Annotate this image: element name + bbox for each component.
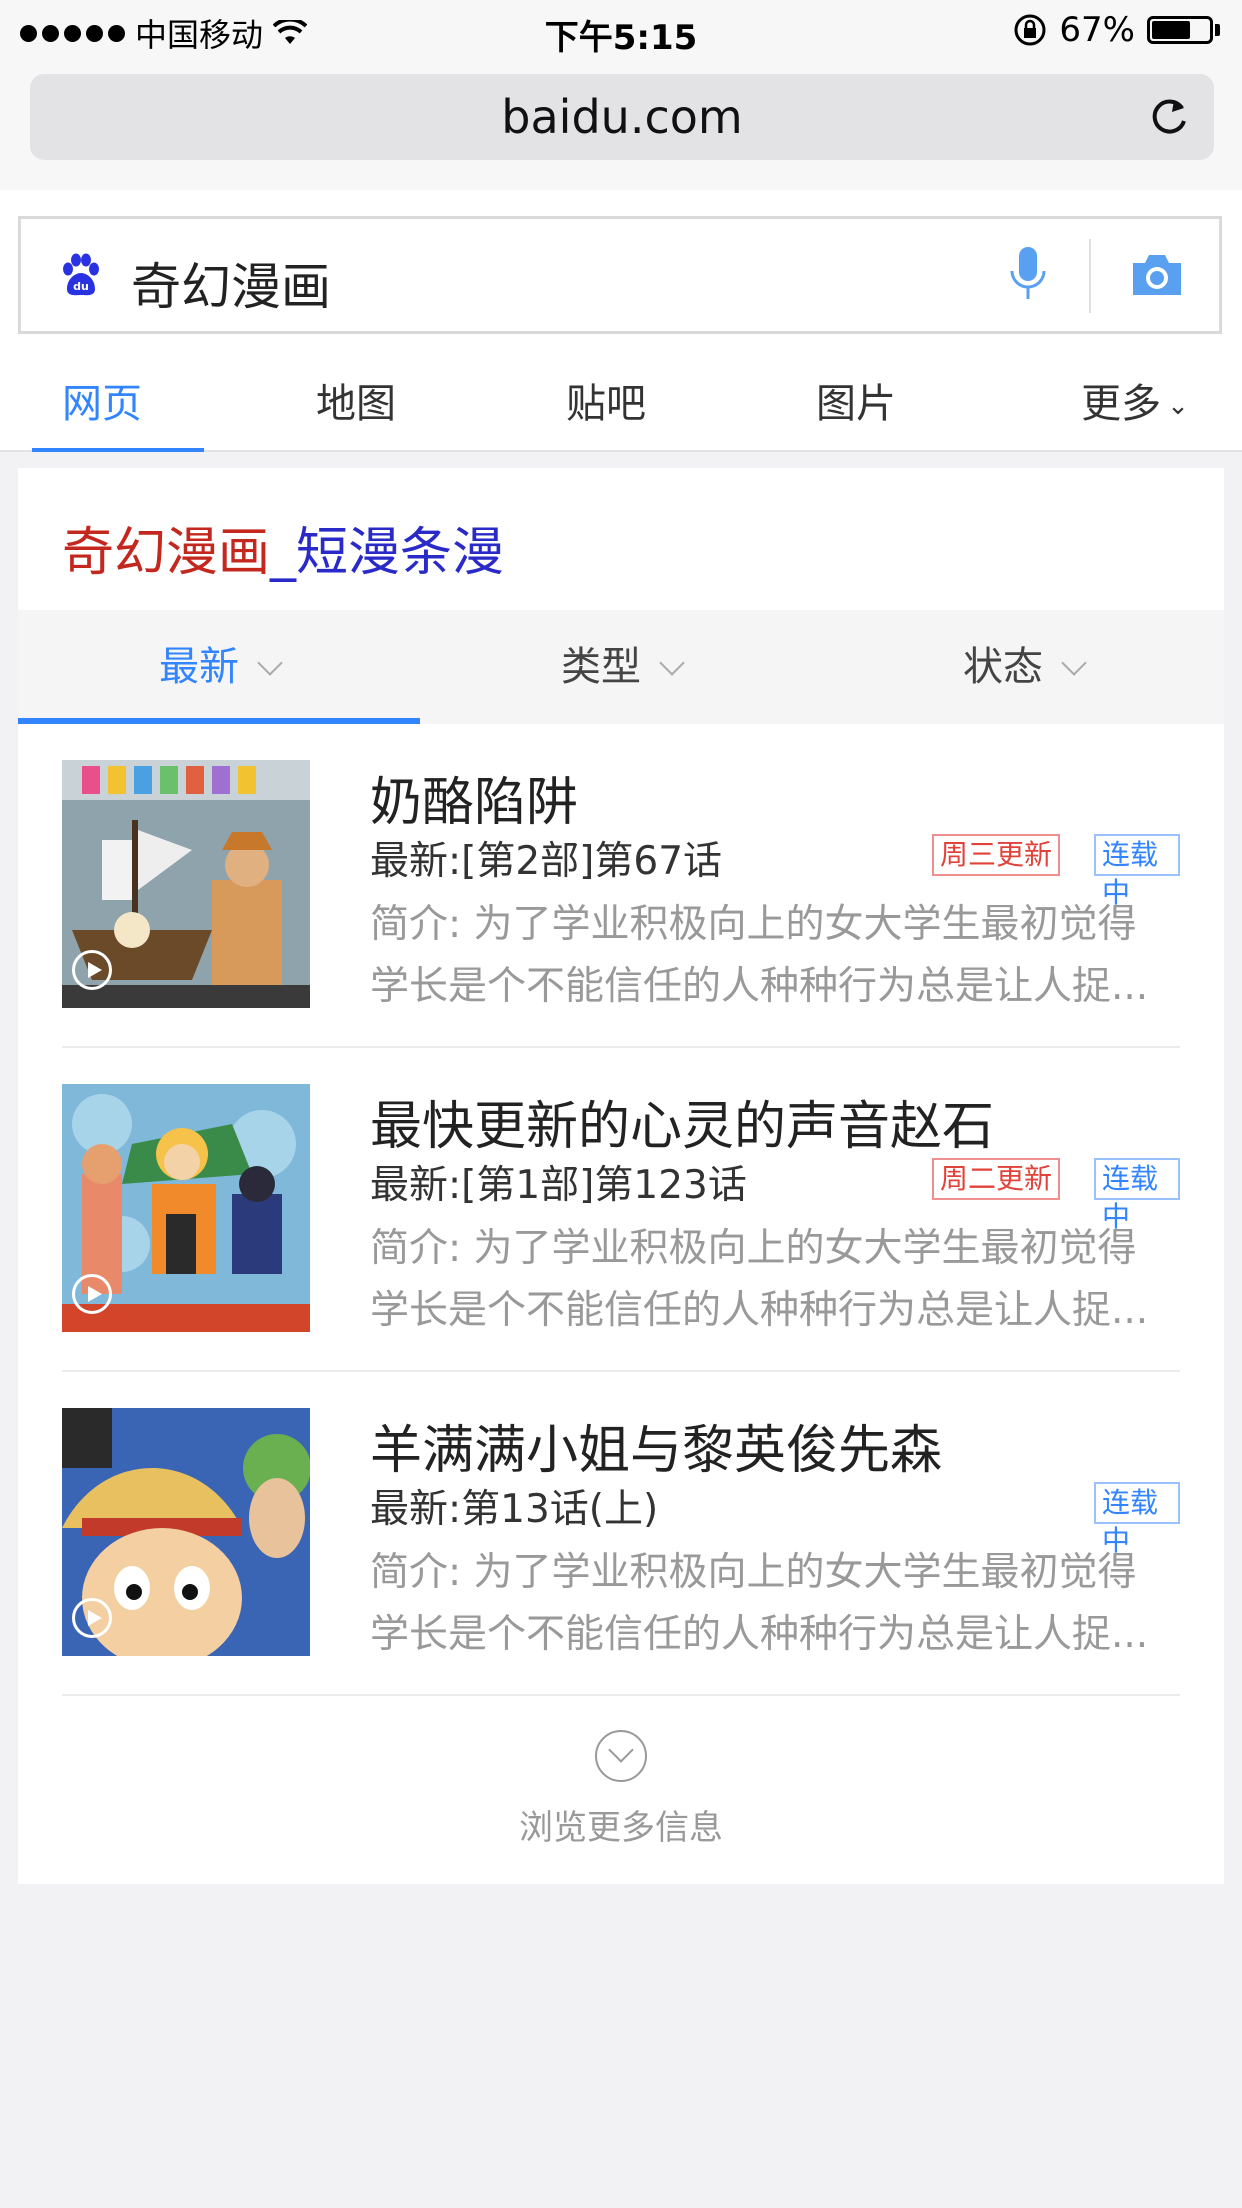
item-description-line: 学长是个不能信任的人种种行为总是让人捉... xyxy=(370,964,1149,1009)
chevron-down-icon xyxy=(1061,650,1087,676)
tab-more[interactable]: 更多 ⌄ xyxy=(1040,350,1230,450)
search-area: du 奇幻漫画 网页 地图 贴吧 图片 更多 ⌄ xyxy=(0,190,1242,452)
tab-label: 更多 xyxy=(1081,381,1162,427)
result-card: 奇幻漫画_短漫条漫 最新 类型 状态 奶酪陷阱 最新:[第2部]第67话 周三更… xyxy=(18,468,1224,1884)
status-badge: 连载中 xyxy=(1094,834,1180,909)
browse-more-button[interactable]: 浏览更多信息 xyxy=(18,1730,1224,1849)
tab-label: 地图 xyxy=(316,381,396,427)
search-tabs: 网页 地图 贴吧 图片 更多 ⌄ xyxy=(0,350,1242,452)
chevron-down-icon: ⌄ xyxy=(1167,391,1189,421)
status-bar: 中国移动 下午5:15 67% xyxy=(0,0,1242,62)
update-day-badge: 周三更新 xyxy=(932,834,1061,876)
status-badge: 连载中 xyxy=(1094,1482,1180,1557)
item-description-line: 学长是个不能信任的人种种行为总是让人捉... xyxy=(370,1612,1149,1657)
item-title[interactable]: 最快更新的心灵的声音赵石 xyxy=(370,1084,994,1159)
tab-map[interactable]: 地图 xyxy=(270,350,442,450)
filter-label: 最新 xyxy=(159,644,239,690)
filter-label: 类型 xyxy=(561,644,641,690)
svg-text:du: du xyxy=(73,280,89,293)
item-description-line: 简介: 为了学业积极向上的女大学生最初觉得 xyxy=(370,902,1137,947)
item-description-line: 简介: 为了学业积极向上的女大学生最初觉得 xyxy=(370,1226,1137,1271)
battery-percent: 67% xyxy=(1059,10,1135,50)
card-title[interactable]: 奇幻漫画_短漫条漫 xyxy=(62,510,504,585)
browse-more-label: 浏览更多信息 xyxy=(519,1808,723,1848)
status-badge: 连载中 xyxy=(1094,1158,1180,1233)
chevron-down-icon xyxy=(257,650,283,676)
item-description-line: 简介: 为了学业积极向上的女大学生最初觉得 xyxy=(370,1550,1137,1595)
tab-images[interactable]: 图片 xyxy=(770,350,942,450)
search-divider xyxy=(1089,239,1091,313)
tab-web[interactable]: 网页 xyxy=(16,350,204,452)
item-latest-chapter: 最新:[第2部]第67话 xyxy=(370,839,723,884)
search-input[interactable]: 奇幻漫画 xyxy=(131,247,331,319)
item-title[interactable]: 奶酪陷阱 xyxy=(370,760,578,835)
filter-label: 状态 xyxy=(963,644,1043,690)
play-icon xyxy=(72,950,112,990)
item-divider xyxy=(62,1694,1180,1696)
chevron-down-circle-icon xyxy=(595,1730,647,1782)
update-day-badge: 周二更新 xyxy=(932,1158,1061,1200)
list-item[interactable]: 奶酪陷阱 最新:[第2部]第67话 周三更新 连载中 简介: 为了学业积极向上的… xyxy=(62,724,1180,1048)
battery-level xyxy=(1152,21,1190,39)
tab-label: 贴吧 xyxy=(566,381,646,427)
tab-label: 图片 xyxy=(816,381,896,427)
play-icon xyxy=(72,1274,112,1314)
tab-label: 网页 xyxy=(62,381,142,427)
card-title-keyword: 奇幻漫画 xyxy=(62,523,271,583)
chevron-down-icon xyxy=(659,650,685,676)
item-description-line: 学长是个不能信任的人种种行为总是让人捉... xyxy=(370,1288,1149,1333)
item-latest-chapter: 最新:[第1部]第123话 xyxy=(370,1163,747,1208)
browser-address-area: baidu.com xyxy=(0,62,1242,190)
item-title[interactable]: 羊满满小姐与黎英俊先森 xyxy=(370,1408,942,1483)
item-latest-chapter: 最新:第13话(上) xyxy=(370,1487,659,1532)
microphone-icon[interactable] xyxy=(1005,243,1051,307)
battery-tip xyxy=(1215,24,1220,36)
filter-type[interactable]: 类型 xyxy=(420,610,822,724)
active-tab-underline xyxy=(32,448,204,452)
tab-tieba[interactable]: 贴吧 xyxy=(520,350,692,450)
filter-latest[interactable]: 最新 xyxy=(18,610,420,724)
list-item[interactable]: 羊满满小姐与黎英俊先森 最新:第13话(上) 连载中 简介: 为了学业积极向上的… xyxy=(62,1372,1180,1696)
address-bar[interactable]: baidu.com xyxy=(30,74,1214,160)
filter-status[interactable]: 状态 xyxy=(822,610,1224,724)
search-box[interactable]: du 奇幻漫画 xyxy=(18,216,1222,334)
orientation-lock-icon xyxy=(1014,14,1046,46)
camera-icon[interactable] xyxy=(1129,249,1185,299)
reload-icon[interactable] xyxy=(1146,94,1192,140)
play-icon xyxy=(72,1598,112,1638)
url-text: baidu.com xyxy=(501,90,743,144)
baidu-paw-icon: du xyxy=(63,253,99,296)
status-right: 67% xyxy=(1013,10,1220,50)
card-title-suffix: _短漫条漫 xyxy=(270,523,505,583)
list-item[interactable]: 最快更新的心灵的声音赵石 最新:[第1部]第123话 周二更新 连载中 简介: … xyxy=(62,1048,1180,1372)
battery-icon xyxy=(1147,16,1213,44)
filter-bar: 最新 类型 状态 xyxy=(18,610,1224,724)
